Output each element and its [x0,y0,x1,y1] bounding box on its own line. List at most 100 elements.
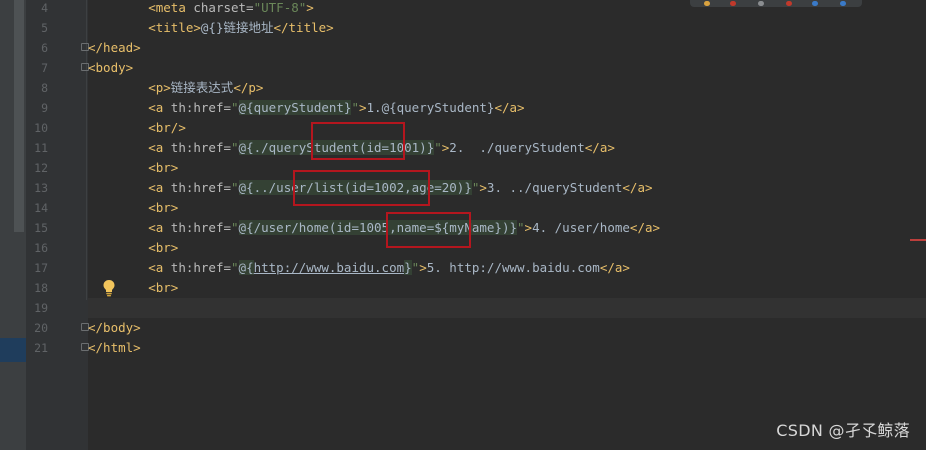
code-token: <br/> [148,120,186,135]
code-line[interactable]: <a th:href="@{queryStudent}">1.@{querySt… [88,98,926,118]
line-number: 15 [34,221,48,235]
line-number: 11 [34,141,48,155]
code-token: th:href= [170,140,232,155]
line-number: 18 [34,281,48,295]
code-line[interactable]: <br> [88,198,926,218]
code-token: http://www.baidu.com [253,260,405,275]
line-number: 17 [34,261,48,275]
code-token: queryStudent [253,100,344,115]
line-number: 14 [34,201,48,215]
project-panel-scrollbar[interactable] [14,0,24,232]
code-token: @{ [238,220,254,235]
annotation-box-id-1001 [311,122,405,160]
line-number: 10 [34,121,48,135]
code-token: @{ [238,260,254,275]
code-token: } [464,180,472,195]
code-line[interactable]: <br> [88,238,926,258]
code-line[interactable]: <p>链接表达式</p> [88,78,926,98]
code-token: th:href= [170,180,232,195]
code-token: @{ [238,140,254,155]
code-token: th:href= [170,220,232,235]
code-token: <body> [88,60,134,75]
watermark: CSDN @孑孓鲸落 [776,421,910,440]
code-token: </head> [88,40,141,55]
code-token: " [517,220,525,235]
code-token: "UTF-8" [253,0,307,15]
annotation-box-myname [386,212,471,248]
safari-icon[interactable] [758,1,764,6]
code-token: </html> [88,340,141,355]
code-line[interactable]: </html> [88,338,926,358]
code-token: <a [148,180,171,195]
code-token: th:href= [170,260,232,275]
line-number: 13 [34,181,48,195]
code-token: th:href= [170,100,232,115]
code-line[interactable]: <title>@{}链接地址</title> [88,18,926,38]
error-stripe-marker[interactable] [910,239,926,241]
code-editor[interactable]: <meta charset="UTF-8"> <title>@{}链接地址</t… [88,0,926,450]
code-line[interactable]: <br> [88,278,926,298]
code-line[interactable]: <a th:href="@{../user/list(id=1002,age=2… [88,178,926,198]
code-line[interactable] [88,298,926,318]
code-line[interactable]: <br> [88,158,926,178]
code-token: <a [148,140,171,155]
chrome-icon[interactable] [704,1,710,6]
code-token: } [404,260,412,275]
annotation-box-id-age [293,170,430,206]
code-token: <a [148,100,171,115]
line-number: 12 [34,161,48,175]
edge-icon[interactable] [840,1,846,6]
browser-preview-toolbar [690,0,862,7]
code-line[interactable]: <br/> [88,118,926,138]
code-token: " [231,260,239,275]
code-line[interactable]: </body> [88,318,926,338]
line-number: 8 [41,81,48,95]
code-line[interactable]: <body> [88,58,926,78]
code-token: > [419,260,427,275]
code-token: 3. ../queryStudent [486,180,623,195]
line-number: 16 [34,241,48,255]
code-token: } [509,220,518,235]
code-token: charset= [193,0,254,15]
code-line[interactable]: <a th:href= " @{/user/home(id=1005,name=${… [88,218,926,238]
code-token: @{ [238,100,254,115]
code-token: /user/home(id=1005,name=${myName}) [253,220,510,235]
code-token: " [231,140,239,155]
code-token: </title> [273,20,334,35]
firefox-icon[interactable] [730,1,736,6]
lightbulb-icon[interactable] [102,279,116,297]
code-token: 5. http://www.baidu.com [426,260,600,275]
code-token: 链接表达式 [170,80,234,95]
code-token: <br> [148,160,179,175]
code-token: <br> [148,200,179,215]
code-token: " [434,140,442,155]
opera-icon[interactable] [786,1,792,6]
code-token: <a [148,220,171,235]
line-number: 9 [41,101,48,115]
code-line[interactable]: </head> [88,38,926,58]
code-token: 4. /user/home [532,220,630,235]
code-line[interactable]: <a th:href="@{http://www.baidu.com}">5. … [88,258,926,278]
code-token: <br> [148,240,179,255]
code-token: 2. ./queryStudent [449,140,585,155]
line-number: 19 [34,301,48,315]
code-token: </a> [599,260,630,275]
line-number: 6 [41,41,48,55]
code-token: " [231,100,239,115]
code-token: </a> [494,100,525,115]
code-token: " [351,100,359,115]
code-token: > [358,100,367,115]
ie-icon[interactable] [812,1,818,6]
code-line[interactable]: <a th:href="@{./queryStudent(id=1001)}">… [88,138,926,158]
code-token: </body> [88,320,141,335]
